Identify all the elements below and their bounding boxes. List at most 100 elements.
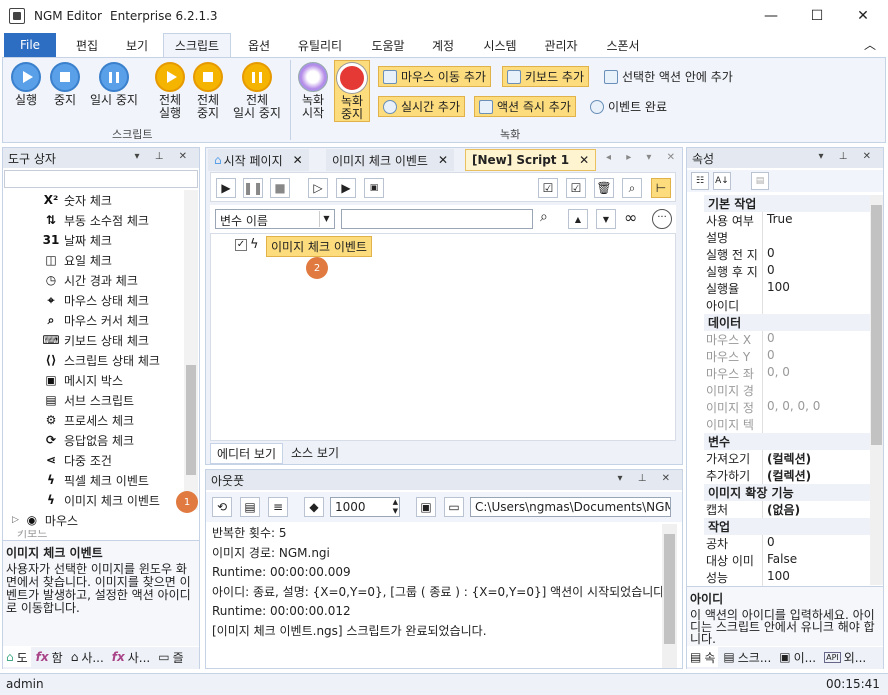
- property-value[interactable]: (없음): [762, 501, 870, 518]
- output-controls-icon[interactable]: ▾ ⊥ ✕: [618, 473, 676, 484]
- toolbox-scroll-thumb[interactable]: [186, 365, 196, 475]
- add-mouse-move-button[interactable]: 마우스 이동 추가: [378, 66, 491, 87]
- toolbox-item[interactable]: ⟳ 응답없음 체크: [44, 430, 184, 450]
- properties-scroll-thumb[interactable]: [871, 205, 882, 445]
- toolbox-item[interactable]: ◫ 요일 체크: [44, 250, 184, 270]
- toolbox-item[interactable]: ϟ 이미지 체크 이벤트: [44, 490, 184, 510]
- tab-source-view[interactable]: 소스 보기: [285, 443, 345, 464]
- toolbox-group-keyboard[interactable]: 키보드: [3, 530, 199, 540]
- property-row[interactable]: 가져오기 (컬렉션): [704, 450, 870, 467]
- add-realtime-button[interactable]: 실시간 추가: [378, 96, 466, 117]
- property-row[interactable]: 아이디: [704, 297, 870, 314]
- toolbox-item[interactable]: ▤ 서브 스크립트: [44, 390, 184, 410]
- more-icon[interactable]: ···: [652, 209, 672, 229]
- pause-all-button[interactable]: 전체 일시 중지: [228, 62, 286, 120]
- add-in-selected-button[interactable]: 선택한 액션 안에 추가: [600, 66, 737, 87]
- property-value[interactable]: 0: [762, 246, 870, 263]
- alphabetical-icon[interactable]: A↓: [713, 172, 731, 190]
- bottom-tab-function[interactable]: fx 함: [33, 647, 66, 667]
- property-value[interactable]: 0, 0: [762, 365, 870, 382]
- property-pages-icon[interactable]: ▤: [751, 172, 769, 190]
- step-play-icon[interactable]: ▷: [308, 178, 328, 198]
- menu-tab-edit[interactable]: 편집: [62, 33, 112, 57]
- check-all-icon[interactable]: ☑: [538, 178, 558, 198]
- ribbon-collapse-icon[interactable]: ︿: [864, 36, 876, 53]
- property-row[interactable]: 이미지 텍: [704, 416, 870, 433]
- property-value[interactable]: 0: [762, 331, 870, 348]
- bottom-tab-image[interactable]: ▣ 이...: [776, 647, 819, 667]
- editor-stop-icon[interactable]: ■: [270, 178, 290, 198]
- toolbox-item[interactable]: 31 날짜 체크: [43, 230, 184, 250]
- menu-tab-sponsor[interactable]: 스폰서: [594, 33, 652, 57]
- menu-tab-view[interactable]: 보기: [112, 33, 162, 57]
- run-all-button[interactable]: 전체 실행: [152, 62, 188, 120]
- add-action-now-button[interactable]: 액션 즉시 추가: [474, 96, 576, 117]
- property-row[interactable]: 이미지 정 0, 0, 0, 0: [704, 399, 870, 416]
- property-value[interactable]: (컬렉션): [762, 450, 870, 467]
- doc-tab-image-event[interactable]: 이미지 체크 이벤트 ✕: [326, 149, 455, 171]
- menu-tab-help[interactable]: 도움말: [360, 33, 416, 57]
- panel-controls-icon[interactable]: ▾ ⊥ ✕: [135, 151, 193, 162]
- step-forward-icon[interactable]: ▶: [336, 178, 356, 198]
- property-category[interactable]: 데이터: [704, 314, 870, 331]
- toolbox-item[interactable]: ▣ 메시지 박스: [44, 370, 184, 390]
- menu-tab-utility[interactable]: 유틸리티: [288, 33, 352, 57]
- property-category[interactable]: 기본 작업: [704, 195, 870, 212]
- delete-icon[interactable]: 🗑: [594, 178, 614, 198]
- menu-tab-account[interactable]: 계정: [420, 33, 466, 57]
- tab-editor-view[interactable]: 에디터 보기: [210, 443, 284, 464]
- property-row[interactable]: 마우스 Y 0: [704, 348, 870, 365]
- properties-controls-icon[interactable]: ▾ ⊥ ✕: [819, 151, 877, 162]
- bottom-tab-external[interactable]: API 외...: [821, 647, 869, 667]
- property-row[interactable]: 실행 전 지 0: [704, 246, 870, 263]
- property-value[interactable]: 0, 0, 0, 0: [762, 399, 870, 416]
- move-down-icon[interactable]: ▼: [596, 209, 616, 229]
- property-row[interactable]: 실행율 100: [704, 280, 870, 297]
- property-row[interactable]: 추가하기 (컬렉션): [704, 467, 870, 484]
- bottom-tab-properties[interactable]: ▤ 속: [687, 647, 719, 667]
- variable-select[interactable]: 변수 이름 ▼: [215, 209, 335, 229]
- end-event-button[interactable]: 이벤트 완료: [586, 96, 671, 117]
- properties-scrollbar[interactable]: [870, 195, 883, 585]
- property-row[interactable]: 마우스 X 0: [704, 331, 870, 348]
- property-value[interactable]: True: [762, 212, 870, 229]
- property-value[interactable]: [762, 382, 870, 399]
- property-value[interactable]: 100: [762, 280, 870, 297]
- move-up-icon[interactable]: ▲: [568, 209, 588, 229]
- toolbox-item[interactable]: ⚙ 프로세스 체크: [44, 410, 184, 430]
- editor-pause-icon[interactable]: ❚❚: [243, 178, 263, 198]
- eraser-icon[interactable]: ◆: [304, 497, 324, 517]
- record-start-button[interactable]: 녹화 시작: [296, 62, 330, 120]
- maximize-button[interactable]: ☐: [794, 0, 840, 32]
- output-scrollbar[interactable]: [662, 524, 677, 668]
- script-canvas[interactable]: [210, 233, 676, 441]
- menu-tab-options[interactable]: 옵션: [234, 33, 284, 57]
- delay-stepper[interactable]: 1000 ▲ ▼: [330, 497, 400, 517]
- property-row[interactable]: 공차 0: [704, 535, 870, 552]
- property-category[interactable]: 작업: [704, 518, 870, 535]
- property-category[interactable]: 이미지 확장 기능: [704, 484, 870, 501]
- variable-value-input[interactable]: [341, 209, 533, 229]
- minimize-button[interactable]: —: [748, 0, 794, 32]
- save-icon[interactable]: ▣: [416, 497, 436, 517]
- stepper-arrows-icon[interactable]: ▲ ▼: [393, 498, 398, 516]
- check-icon[interactable]: ☑: [566, 178, 586, 198]
- bottom-tab-toolbox[interactable]: ⌂ 도: [3, 647, 31, 667]
- editor-play-icon[interactable]: ▶: [216, 178, 236, 198]
- tree-view-icon[interactable]: ⊢: [651, 178, 671, 198]
- toolbox-search-input[interactable]: [4, 170, 198, 188]
- property-value[interactable]: (컬렉션): [762, 467, 870, 484]
- run-button[interactable]: 실행: [8, 62, 44, 107]
- toolbox-item[interactable]: ϟ 픽셀 체크 이벤트: [44, 470, 184, 490]
- property-value[interactable]: [762, 229, 870, 246]
- menu-file[interactable]: File: [4, 33, 56, 57]
- menu-tab-admin[interactable]: 관리자: [532, 33, 590, 57]
- toolbox-item[interactable]: ⇅ 부동 소수점 체크: [44, 210, 184, 230]
- property-value[interactable]: False: [762, 552, 870, 569]
- property-value[interactable]: 0: [762, 263, 870, 280]
- toolbox-item[interactable]: X² 숫자 체크: [44, 190, 184, 210]
- categorized-icon[interactable]: ☷: [691, 172, 709, 190]
- stop-button[interactable]: 중지: [48, 62, 82, 107]
- property-row[interactable]: 이미지 경: [704, 382, 870, 399]
- wrap-lines-icon[interactable]: ≡: [268, 497, 288, 517]
